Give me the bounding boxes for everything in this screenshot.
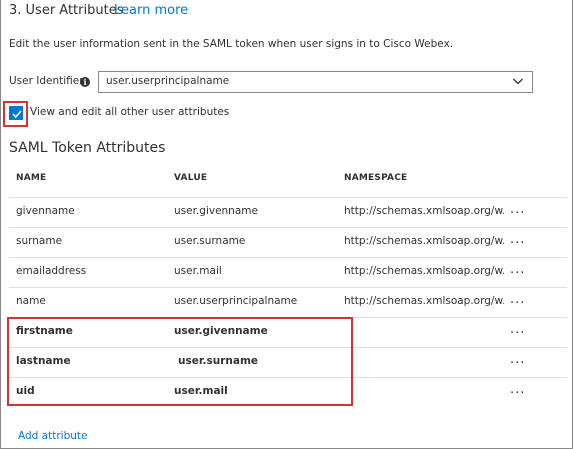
more-options-icon[interactable]: ...	[510, 203, 525, 216]
view-edit-attributes-label: View and edit all other user attributes	[30, 106, 230, 118]
more-options-icon[interactable]: ...	[510, 263, 525, 276]
more-options-icon[interactable]: ...	[510, 233, 525, 246]
attribute-name: name	[16, 295, 46, 307]
column-header-value[interactable]: VALUE	[174, 173, 207, 183]
view-edit-attributes-checkbox[interactable]	[9, 106, 23, 120]
attribute-namespace: http://schemas.xmlsoap.org/w...	[344, 295, 504, 307]
user-attributes-panel: 3. User Attributes Learn more Edit the u…	[0, 0, 573, 449]
checkmark-icon	[12, 110, 22, 119]
column-header-namespace[interactable]: NAMESPACE	[344, 173, 407, 183]
learn-more-link[interactable]: Learn more	[114, 3, 188, 18]
attribute-namespace: http://schemas.xmlsoap.org/w...	[344, 235, 504, 247]
table-row[interactable]: name user.userprincipalname http://schem…	[9, 287, 567, 316]
more-options-icon[interactable]: ...	[510, 353, 525, 366]
attribute-value: user.mail	[174, 265, 222, 277]
info-icon[interactable]: i	[80, 77, 90, 87]
table-row[interactable]: givenname user.givenname http://schemas.…	[9, 197, 567, 226]
more-options-icon[interactable]: ...	[510, 323, 525, 336]
add-attribute-link[interactable]: Add attribute	[18, 430, 87, 442]
table-row[interactable]: emailaddress user.mail http://schemas.xm…	[9, 257, 567, 286]
more-options-icon[interactable]: ...	[510, 293, 525, 306]
attribute-name: surname	[16, 235, 63, 247]
new-rows-highlight-box	[7, 317, 353, 406]
more-options-icon[interactable]: ...	[510, 383, 525, 396]
attribute-name: emailaddress	[16, 265, 87, 277]
attribute-value: user.userprincipalname	[174, 295, 298, 307]
attribute-namespace: http://schemas.xmlsoap.org/w...	[344, 205, 504, 217]
column-header-name[interactable]: NAME	[16, 173, 46, 183]
attribute-value: user.surname	[174, 235, 246, 247]
attribute-value: user.givenname	[174, 205, 258, 217]
user-identifier-label: User Identifier	[9, 75, 84, 87]
saml-attributes-heading: SAML Token Attributes	[9, 140, 166, 156]
attribute-namespace: http://schemas.xmlsoap.org/w...	[344, 265, 504, 277]
user-identifier-value: user.userprincipalname	[106, 75, 230, 87]
section-title: 3. User Attributes	[9, 3, 124, 18]
section-description: Edit the user information sent in the SA…	[9, 38, 454, 50]
table-row[interactable]: surname user.surname http://schemas.xmls…	[9, 227, 567, 256]
user-identifier-dropdown[interactable]: user.userprincipalname	[98, 71, 533, 93]
chevron-down-icon	[513, 78, 523, 85]
attribute-name: givenname	[16, 205, 75, 217]
